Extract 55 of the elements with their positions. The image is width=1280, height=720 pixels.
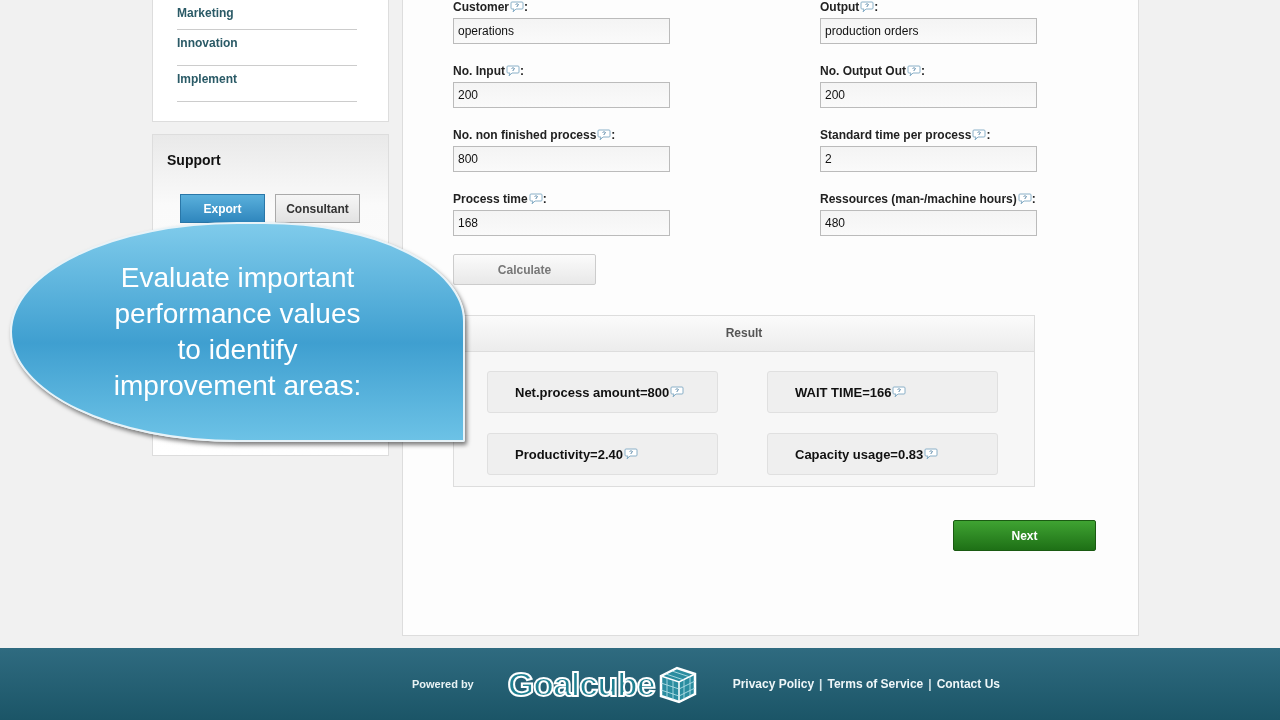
field-label: No. non finished process — [453, 128, 597, 142]
field-label: Output — [820, 0, 860, 14]
separator: | — [927, 677, 933, 691]
colon: : — [921, 64, 925, 78]
colon: : — [524, 0, 528, 14]
result-value: Capacity usage=0.83 — [795, 446, 924, 462]
field-label: No. Output Out — [820, 64, 906, 78]
sidebar-link[interactable]: Implement — [177, 66, 357, 102]
field-label: Customer — [453, 0, 509, 14]
result-value: WAIT TIME=166 — [795, 384, 892, 400]
field-label: Process time — [453, 192, 528, 206]
input-field[interactable]: production orders — [820, 18, 1037, 44]
help-icon[interactable] — [924, 448, 939, 460]
help-icon[interactable] — [510, 1, 524, 13]
colon: : — [874, 0, 879, 14]
separator: | — [818, 677, 824, 691]
help-icon[interactable] — [528, 193, 543, 205]
input-field[interactable]: 2 — [820, 146, 1037, 172]
input-field[interactable]: 480 — [820, 210, 1037, 236]
input-field[interactable]: 168 — [453, 210, 670, 236]
help-icon[interactable] — [972, 129, 987, 141]
field-label: Ressources (man-/machine hours) — [820, 192, 1017, 206]
colon: : — [1031, 192, 1036, 206]
input-field[interactable]: 200 — [453, 82, 670, 108]
footer-link[interactable]: Contact Us — [936, 677, 1000, 691]
help-icon[interactable] — [1017, 193, 1032, 205]
colon: : — [520, 64, 524, 78]
next-button[interactable]: Next — [953, 520, 1096, 551]
input-field[interactable]: 800 — [453, 146, 670, 172]
colon: : — [542, 192, 547, 206]
help-icon[interactable] — [907, 65, 921, 77]
logo-text: Goalcube — [507, 664, 655, 704]
result-value: Net.process amount=800 — [515, 384, 670, 400]
support-title: Support — [167, 152, 221, 168]
help-icon[interactable] — [892, 386, 907, 398]
help-icon[interactable] — [506, 65, 520, 77]
colon: : — [986, 128, 991, 142]
help-icon[interactable] — [624, 448, 639, 460]
powered-by-text: Powered by — [412, 678, 474, 690]
colon: : — [611, 128, 616, 142]
sidebar-link[interactable]: Innovation — [177, 30, 357, 66]
help-icon[interactable] — [670, 386, 685, 398]
help-icon[interactable] — [860, 1, 875, 13]
input-field[interactable]: 200 — [820, 82, 1037, 108]
sidebar-link[interactable]: Marketing — [177, 0, 357, 30]
field-label: Standard time per process — [820, 128, 972, 142]
help-icon[interactable] — [597, 129, 612, 141]
input-field[interactable]: operations — [453, 18, 670, 44]
footer-link[interactable]: Privacy Policy — [732, 677, 815, 691]
footer-link[interactable]: Terms of Service — [827, 677, 924, 691]
support-button[interactable]: Consultant — [275, 194, 360, 223]
callout-text: Evaluate important performance values to identify improvement areas: — [112, 261, 363, 403]
field-label: No. Input — [453, 64, 505, 78]
calculate-button[interactable]: Calculate — [453, 254, 596, 285]
result-value: Productivity=2.40 — [515, 446, 624, 462]
